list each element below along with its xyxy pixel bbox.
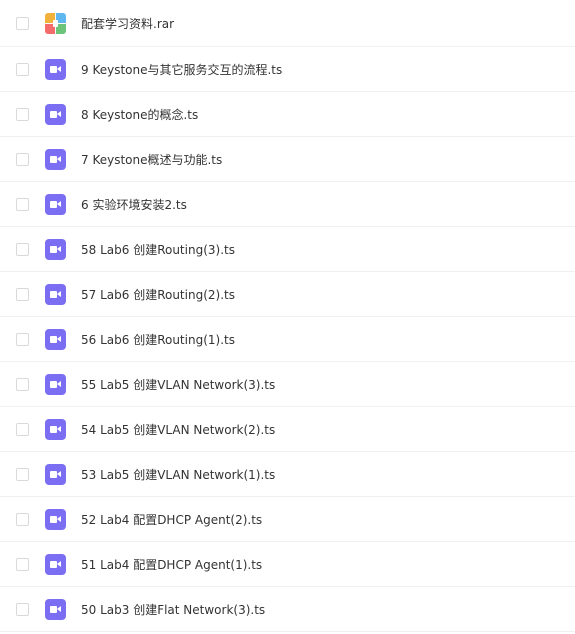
- row-checkbox[interactable]: [16, 62, 29, 76]
- file-name[interactable]: 52 Lab4 配置DHCP Agent(2).ts: [81, 511, 262, 528]
- file-row[interactable]: 53 Lab5 创建VLAN Network(1).ts: [0, 452, 575, 497]
- row-checkbox[interactable]: [16, 287, 29, 301]
- file-name[interactable]: 6 实验环境安装2.ts: [81, 196, 187, 213]
- file-name[interactable]: 配套学习资料.rar: [81, 15, 174, 32]
- video-icon: [45, 103, 66, 125]
- archive-icon: [45, 12, 66, 34]
- row-checkbox[interactable]: [16, 16, 29, 30]
- file-row[interactable]: 9 Keystone与其它服务交互的流程.ts: [0, 47, 575, 92]
- row-checkbox[interactable]: [16, 197, 29, 211]
- video-icon: [45, 58, 66, 80]
- row-checkbox[interactable]: [16, 152, 29, 166]
- video-icon: [45, 508, 66, 530]
- row-checkbox[interactable]: [16, 557, 29, 571]
- file-row[interactable]: 6 实验环境安装2.ts: [0, 182, 575, 227]
- file-name[interactable]: 54 Lab5 创建VLAN Network(2).ts: [81, 421, 275, 438]
- row-checkbox[interactable]: [16, 467, 29, 481]
- video-icon: [45, 598, 66, 620]
- file-name[interactable]: 9 Keystone与其它服务交互的流程.ts: [81, 61, 282, 78]
- file-name[interactable]: 57 Lab6 创建Routing(2).ts: [81, 286, 235, 303]
- video-icon: [45, 328, 66, 350]
- file-name[interactable]: 7 Keystone概述与功能.ts: [81, 151, 222, 168]
- file-name[interactable]: 53 Lab5 创建VLAN Network(1).ts: [81, 466, 275, 483]
- video-icon: [45, 283, 66, 305]
- file-name[interactable]: 58 Lab6 创建Routing(3).ts: [81, 241, 235, 258]
- video-icon: [45, 373, 66, 395]
- file-row[interactable]: 55 Lab5 创建VLAN Network(3).ts: [0, 362, 575, 407]
- row-checkbox[interactable]: [16, 602, 29, 616]
- file-row[interactable]: 配套学习资料.rar: [0, 0, 575, 47]
- file-row[interactable]: 7 Keystone概述与功能.ts: [0, 137, 575, 182]
- file-row[interactable]: 56 Lab6 创建Routing(1).ts: [0, 317, 575, 362]
- file-row[interactable]: 51 Lab4 配置DHCP Agent(1).ts: [0, 542, 575, 587]
- video-icon: [45, 148, 66, 170]
- video-icon: [45, 193, 66, 215]
- row-checkbox[interactable]: [16, 422, 29, 436]
- file-name[interactable]: 8 Keystone的概念.ts: [81, 106, 198, 123]
- file-name[interactable]: 55 Lab5 创建VLAN Network(3).ts: [81, 376, 275, 393]
- file-row[interactable]: 52 Lab4 配置DHCP Agent(2).ts: [0, 497, 575, 542]
- file-row[interactable]: 50 Lab3 创建Flat Network(3).ts: [0, 587, 575, 632]
- video-icon: [45, 463, 66, 485]
- file-row[interactable]: 57 Lab6 创建Routing(2).ts: [0, 272, 575, 317]
- row-checkbox[interactable]: [16, 332, 29, 346]
- file-row[interactable]: 54 Lab5 创建VLAN Network(2).ts: [0, 407, 575, 452]
- file-name[interactable]: 56 Lab6 创建Routing(1).ts: [81, 331, 235, 348]
- video-icon: [45, 238, 66, 260]
- row-checkbox[interactable]: [16, 242, 29, 256]
- video-icon: [45, 418, 66, 440]
- file-name[interactable]: 50 Lab3 创建Flat Network(3).ts: [81, 601, 265, 618]
- row-checkbox[interactable]: [16, 512, 29, 526]
- file-name[interactable]: 51 Lab4 配置DHCP Agent(1).ts: [81, 556, 262, 573]
- file-list: 配套学习资料.rar 9 Keystone与其它服务交互的流程.ts 8 Key…: [0, 0, 575, 634]
- file-row[interactable]: 58 Lab6 创建Routing(3).ts: [0, 227, 575, 272]
- row-checkbox[interactable]: [16, 107, 29, 121]
- file-row[interactable]: 8 Keystone的概念.ts: [0, 92, 575, 137]
- row-checkbox[interactable]: [16, 377, 29, 391]
- video-icon: [45, 553, 66, 575]
